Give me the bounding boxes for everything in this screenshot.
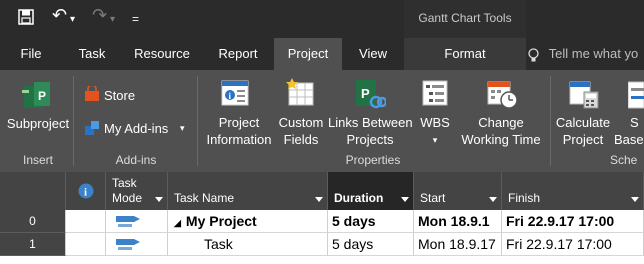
lightbulb-icon bbox=[528, 47, 543, 62]
calculate-project-icon[interactable] bbox=[568, 78, 600, 115]
select-all-corner[interactable] bbox=[0, 172, 66, 210]
duration-column-header[interactable]: Duration bbox=[328, 172, 414, 210]
change-working-time-icon[interactable] bbox=[486, 78, 518, 115]
save-icon[interactable] bbox=[18, 9, 34, 30]
start-cell[interactable]: Mon 18.9.17 bbox=[414, 233, 502, 256]
start-cell[interactable]: Mon 18.9.1 bbox=[414, 210, 502, 233]
collapse-triangle-icon[interactable]: ◢ bbox=[174, 218, 181, 228]
row-number[interactable]: 0 bbox=[0, 210, 66, 233]
insert-group-label: Insert bbox=[22, 153, 53, 167]
task-mode-header-label-1: Task bbox=[112, 176, 137, 190]
redo-icon[interactable]: ↷ bbox=[92, 6, 107, 24]
task-name-cell[interactable]: ◢ My Project bbox=[168, 210, 328, 233]
my-addins-dropdown-icon[interactable]: ▾ bbox=[180, 120, 185, 136]
tell-me-box[interactable]: Tell me what yo bbox=[528, 38, 638, 70]
store-button[interactable]: Store bbox=[104, 88, 135, 104]
table-row[interactable]: 0 ◢ My Project 5 days Mon 18.9.1 Fri 22.9… bbox=[0, 210, 644, 233]
tab-file[interactable]: File bbox=[10, 38, 52, 70]
task-name-column-header[interactable]: Task Name bbox=[168, 172, 328, 210]
customize-qat-icon[interactable]: = bbox=[132, 10, 139, 28]
tell-me-text: Tell me what yo bbox=[548, 46, 639, 61]
store-icon[interactable] bbox=[84, 84, 100, 107]
addins-group-label: Add-ins bbox=[115, 153, 157, 167]
task-name-header-label: Task Name bbox=[174, 191, 235, 205]
ribbon: P Subproject Insert Store My Add-ins ▾ A… bbox=[0, 70, 644, 172]
ms-project-window: ↶ ▾ ↷ ▾ = Gantt Chart Tools File Task Re… bbox=[0, 0, 644, 264]
task-name-cell[interactable]: Task bbox=[168, 233, 328, 256]
wbs-dropdown-icon[interactable]: ▾ bbox=[414, 132, 456, 148]
project-information-label-2[interactable]: Information bbox=[200, 132, 278, 148]
tab-task[interactable]: Task bbox=[68, 38, 116, 70]
set-baseline-icon[interactable] bbox=[627, 80, 644, 115]
duration-cell[interactable]: 5 days bbox=[328, 210, 414, 233]
svg-text:P: P bbox=[38, 89, 46, 103]
finish-cell[interactable]: Fri 22.9.17 17:00 bbox=[502, 233, 644, 256]
finish-column-header[interactable]: Finish bbox=[502, 172, 644, 210]
tab-project[interactable]: Project bbox=[274, 38, 342, 70]
calculate-project-label-1[interactable]: Calculate bbox=[552, 115, 614, 131]
tab-resource[interactable]: Resource bbox=[126, 38, 198, 70]
project-information-icon[interactable]: i bbox=[220, 78, 250, 113]
task-name-text: My Project bbox=[185, 213, 257, 229]
context-tab-title: Gantt Chart Tools bbox=[404, 0, 526, 38]
wbs-icon[interactable] bbox=[420, 78, 450, 113]
group-divider bbox=[73, 76, 74, 166]
ribbon-tab-row: File Task Resource Report Project View F… bbox=[0, 38, 644, 70]
indicators-cell bbox=[66, 210, 106, 233]
task-mode-column-header[interactable]: Task Mode bbox=[106, 172, 168, 210]
properties-group-label: Properties bbox=[345, 153, 401, 167]
my-addins-icon[interactable] bbox=[84, 120, 100, 141]
start-header-label: Start bbox=[420, 191, 446, 205]
row-number[interactable]: 1 bbox=[0, 233, 66, 256]
custom-fields-label-2[interactable]: Fields bbox=[276, 132, 326, 148]
undo-icon[interactable]: ↶ bbox=[52, 6, 67, 24]
undo-dropdown-icon[interactable]: ▾ bbox=[70, 11, 75, 29]
indicators-cell bbox=[66, 233, 106, 256]
my-addins-button[interactable]: My Add-ins bbox=[104, 121, 168, 137]
custom-fields-icon[interactable] bbox=[286, 78, 316, 113]
tab-view[interactable]: View bbox=[346, 38, 400, 70]
auto-scheduled-icon bbox=[116, 216, 140, 227]
auto-scheduled-icon bbox=[116, 239, 140, 250]
task-mode-cell[interactable] bbox=[106, 233, 168, 256]
set-baseline-label-2[interactable]: Base bbox=[614, 132, 644, 148]
task-mode-header-label-2: Mode bbox=[112, 191, 143, 205]
indicators-column-header[interactable]: i bbox=[66, 172, 106, 210]
calculate-project-label-2[interactable]: Project bbox=[552, 132, 614, 148]
subproject-icon[interactable]: P bbox=[22, 80, 52, 115]
finish-header-label: Finish bbox=[508, 191, 541, 205]
tab-report[interactable]: Report bbox=[208, 38, 268, 70]
duration-header-label: Duration bbox=[334, 191, 384, 205]
title-bar: ↶ ▾ ↷ ▾ = Gantt Chart Tools bbox=[0, 0, 644, 38]
tab-format[interactable]: Format bbox=[404, 38, 526, 70]
table-row[interactable]: 1 Task 5 days Mon 18.9.17 Fri 22.9.17 17… bbox=[0, 233, 644, 256]
wbs-button[interactable]: WBS bbox=[414, 115, 456, 131]
finish-filter-icon[interactable] bbox=[631, 197, 639, 202]
start-column-header[interactable]: Start bbox=[414, 172, 502, 210]
duration-cell[interactable]: 5 days bbox=[328, 233, 414, 256]
schedule-group-label: Sche bbox=[610, 153, 638, 167]
task-mode-filter-icon[interactable] bbox=[155, 197, 163, 202]
group-divider bbox=[197, 76, 198, 166]
links-between-projects-icon[interactable]: P bbox=[354, 78, 388, 115]
finish-cell[interactable]: Fri 22.9.17 17:00 bbox=[502, 210, 644, 233]
subproject-button[interactable]: Subproject bbox=[4, 116, 72, 132]
project-information-label-1[interactable]: Project bbox=[200, 115, 278, 131]
task-mode-cell[interactable] bbox=[106, 210, 168, 233]
change-working-time-label-2[interactable]: Working Time bbox=[458, 132, 544, 148]
start-filter-icon[interactable] bbox=[489, 197, 497, 202]
links-between-projects-label-2[interactable]: Projects bbox=[328, 132, 412, 148]
duration-filter-icon[interactable] bbox=[401, 197, 409, 202]
svg-text:i: i bbox=[84, 187, 87, 199]
group-divider bbox=[550, 76, 551, 166]
info-icon: i bbox=[78, 183, 94, 199]
task-name-filter-icon[interactable] bbox=[315, 197, 323, 202]
custom-fields-label-1[interactable]: Custom bbox=[276, 115, 326, 131]
svg-text:P: P bbox=[361, 86, 370, 101]
task-sheet: i Task Mode Task Name Duration Start Fin… bbox=[0, 172, 644, 264]
change-working-time-label-1[interactable]: Change bbox=[458, 115, 544, 131]
links-between-projects-label-1[interactable]: Links Between bbox=[328, 115, 413, 131]
redo-dropdown-icon[interactable]: ▾ bbox=[110, 11, 115, 29]
set-baseline-label-1[interactable]: S bbox=[630, 115, 639, 131]
